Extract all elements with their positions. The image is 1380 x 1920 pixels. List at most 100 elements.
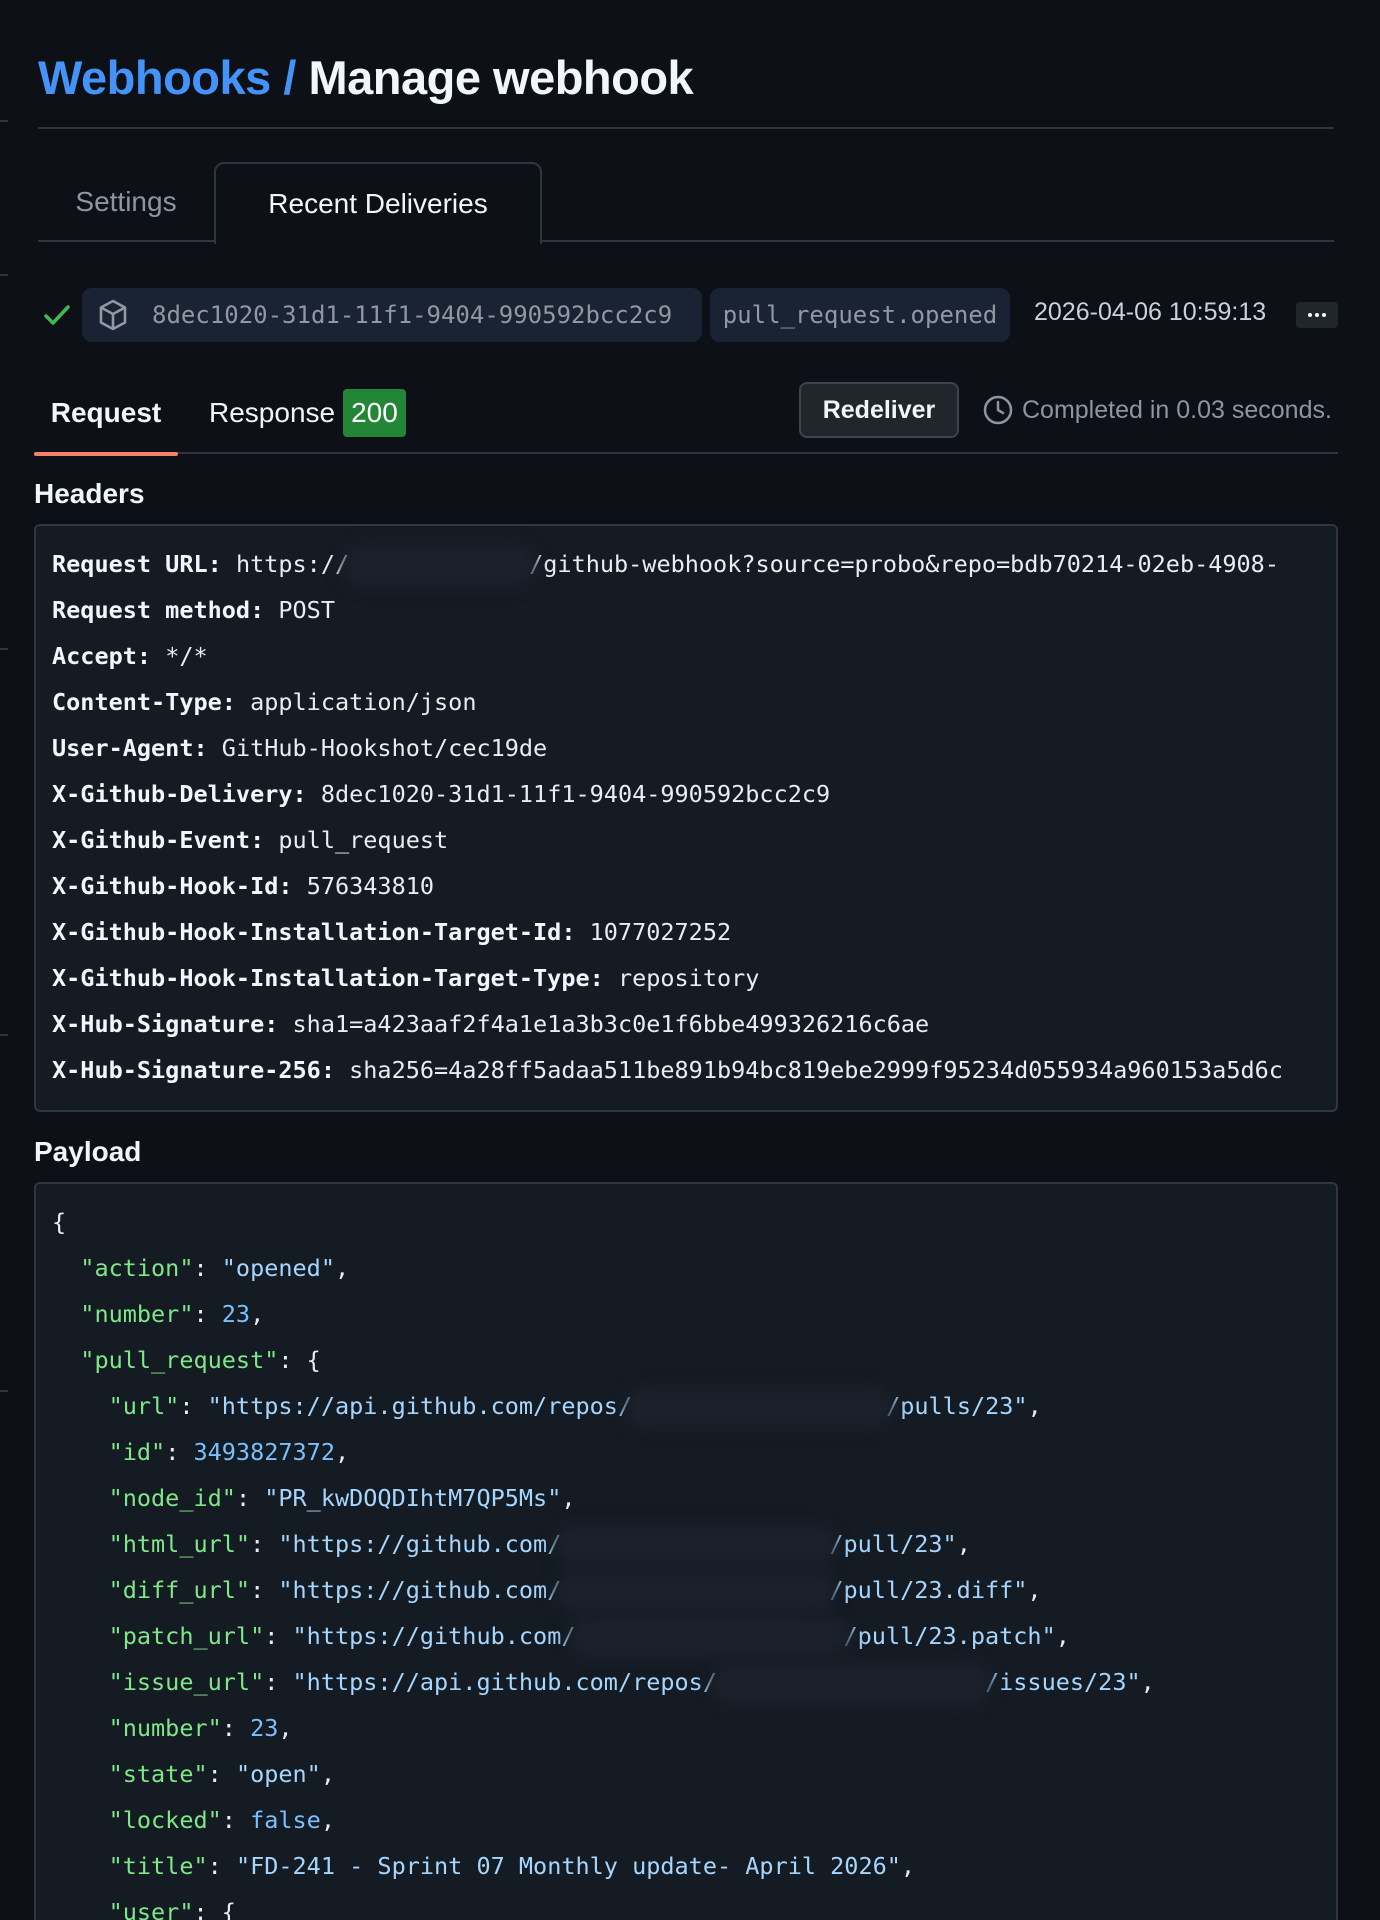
response-status-badge: 200 [343,389,406,437]
package-icon [99,299,127,331]
json-line: "pull_request": { [80,1346,321,1374]
json-key: "id" [108,1438,166,1466]
header-key: X-Github-Delivery: [52,780,307,808]
edge-divider [0,648,8,650]
json-line: "id": 3493827372, [108,1438,350,1466]
delivery-guid: 8dec1020-31d1-11f1-9404-990592bcc2c9 [152,301,673,329]
header-value: https:// [235,550,350,578]
json-key: "node_id" [108,1484,236,1512]
json-line: "title": "FD-241 - Sprint 07 Monthly upd… [108,1852,916,1880]
header-row: X-Github-Hook-Id: 576343810 [52,863,1336,909]
header-row: X-Github-Hook-Installation-Target-Type: … [52,955,1336,1001]
header-value: 576343810 [306,872,435,900]
header-key: Content-Type: [52,688,236,716]
header-key: X-Hub-Signature: [52,1010,279,1038]
edge-divider [0,120,8,122]
header-row: X-Github-Event: pull_request [52,817,1336,863]
page-title: Webhooks / Manage webhook [38,50,694,105]
webhook-tabs: Settings Recent Deliveries [38,162,1334,244]
delivery-event-pill: pull_request.opened [710,288,1010,342]
json-key: "user" [108,1898,194,1920]
tab-response[interactable]: Response 200 [209,372,406,454]
json-boolean: false [250,1806,321,1834]
json-key: "locked" [108,1806,222,1834]
tab-request[interactable]: Request [34,372,178,456]
delivery-guid-pill: 8dec1020-31d1-11f1-9404-990592bcc2c9 [82,288,702,342]
header-value: 8dec1020-31d1-11f1-9404-990592bcc2c9 [320,780,831,808]
kebab-horizontal-icon [1308,313,1312,317]
json-string: "open" [235,1760,321,1788]
header-value: GitHub-Hookshot/cec19de [221,734,548,762]
json-key: "url" [108,1392,180,1420]
header-value: POST [278,596,335,624]
json-line: "html_url": "https://github.com//pull/23… [108,1530,971,1560]
json-key: "action" [80,1254,194,1282]
headers-code-block: Request URL: https:// /github-webhook?sou… [34,524,1338,1112]
more-options-button[interactable] [1296,302,1338,328]
json-line: "locked": false, [108,1806,335,1834]
completion-info: Completed in 0.03 seconds. [982,394,1332,426]
header-row: Request URL: https:// /github-webhook?sou… [52,541,1336,587]
header-value: application/json [250,688,477,716]
json-number: 3493827372 [193,1438,335,1466]
header-row: User-Agent: GitHub-Hookshot/cec19de [52,725,1336,771]
check-icon [44,305,70,325]
breadcrumb-separator: / [283,51,296,104]
header-key: X-Hub-Signature-256: [52,1056,335,1084]
manage-webhook-page: Webhooks / Manage webhook Settings Recen… [0,0,1380,1920]
redeliver-button[interactable]: Redeliver [799,382,959,438]
json-key: "patch_url" [108,1622,265,1650]
breadcrumb-webhooks-link[interactable]: Webhooks [38,51,271,104]
header-value: sha1=a423aaf2f4a1e1a3b3c0e1f6bbe49932621… [292,1010,930,1038]
header-row: Content-Type: application/json [52,679,1336,725]
json-line: "node_id": "PR_kwDOQDIhtM7QP5Ms", [108,1484,576,1512]
json-line: "url": "https://api.github.com/repos//pu… [108,1392,1042,1422]
breadcrumb-current: Manage webhook [308,51,694,104]
header-row: Request method: POST [52,587,1336,633]
json-number: 23 [250,1714,279,1742]
tab-recent-deliveries[interactable]: Recent Deliveries [214,162,542,244]
json-string: "PR_kwDOQDIhtM7QP5Ms" [264,1484,562,1512]
json-number: 23 [221,1300,251,1328]
json-key: "pull_request" [80,1346,279,1374]
header-key: User-Agent: [52,734,208,762]
json-key: "html_url" [108,1530,251,1558]
header-value: /github-webhook?source=probo&repo=bdb702… [529,550,1279,578]
json-line: "patch_url": "https://github.com//pull/2… [108,1622,1070,1652]
header-key: X-Github-Hook-Id: [52,872,293,900]
redacted-text [575,1623,844,1652]
tab-settings[interactable]: Settings [38,162,214,242]
delivery-row[interactable]: 8dec1020-31d1-11f1-9404-990592bcc2c9 pul… [38,286,1338,344]
redacted-text [561,1577,830,1606]
json-key: "number" [80,1300,194,1328]
header-row: Accept: */* [52,633,1336,679]
edge-divider [0,274,8,276]
json-line: "diff_url": "https://github.com//pull/23… [108,1576,1042,1606]
clock-icon [983,395,1013,425]
title-divider [38,127,1334,129]
redacted-text [716,1669,985,1698]
edge-divider [0,1390,8,1392]
redacted-text [561,1531,830,1560]
headers-heading: Headers [34,478,145,509]
delivery-detail-tabs: Request Response 200 Redeliver Completed… [34,372,1338,456]
header-value: pull_request [278,826,449,854]
header-key: Accept: [52,642,152,670]
json-line: "issue_url": "https://api.github.com/rep… [108,1668,1155,1698]
header-key: Request method: [52,596,265,624]
json-key: "issue_url" [108,1668,265,1696]
json-string: "FD-241 - Sprint 07 Monthly update- Apri… [235,1852,901,1880]
header-row: X-Hub-Signature: sha1=a423aaf2f4a1e1a3b3… [52,1001,1336,1047]
header-row: X-Github-Hook-Installation-Target-Id: 10… [52,909,1336,955]
header-value: repository [617,964,760,992]
header-row: X-Github-Delivery: 8dec1020-31d1-11f1-94… [52,771,1336,817]
json-key: "title" [108,1852,208,1880]
json-key: "diff_url" [108,1576,251,1604]
header-row: X-Hub-Signature-256: sha256=4a28ff5adaa5… [52,1047,1336,1093]
header-value: */* [165,642,208,670]
header-value: sha256=4a28ff5adaa511be891b94bc819ebe299… [349,1056,1283,1084]
json-key: "number" [108,1714,222,1742]
edge-divider [0,1034,8,1036]
json-line: "number": 23, [108,1714,293,1742]
json-line: "user": { [52,1889,1336,1920]
